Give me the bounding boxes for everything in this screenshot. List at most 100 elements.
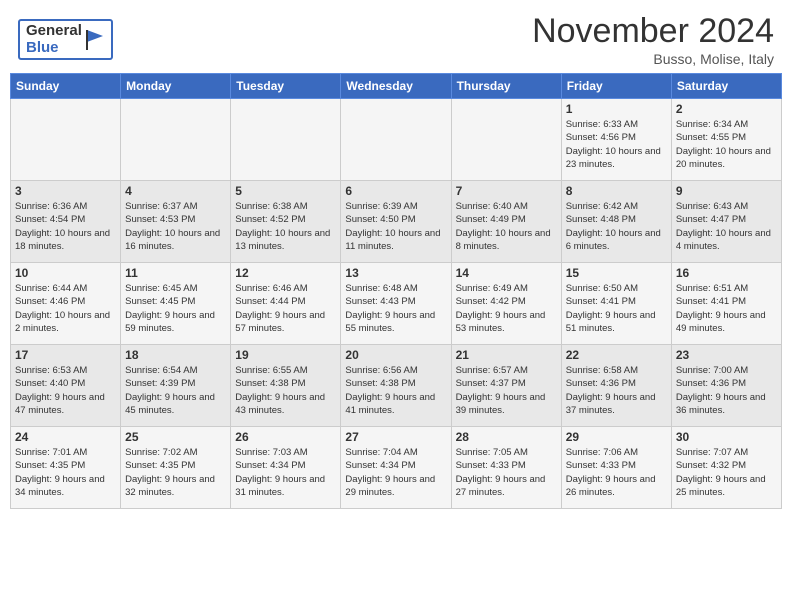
col-sunday: Sunday [11, 74, 121, 99]
day-info: Sunrise: 6:44 AM Sunset: 4:46 PM Dayligh… [15, 282, 116, 335]
calendar-cell: 25 Sunrise: 7:02 AM Sunset: 4:35 PM Dayli… [121, 427, 231, 509]
calendar-cell: 1Sunrise: 6:33 AM Sunset: 4:56 PM Daylig… [561, 99, 671, 181]
day-info: Sunrise: 6:36 AM Sunset: 4:54 PM Dayligh… [15, 200, 116, 253]
day-info: Sunrise: 7:02 AM Sunset: 4:35 PM Dayligh… [125, 446, 226, 499]
day-number: 11 [125, 266, 226, 280]
day-number: 28 [456, 430, 557, 444]
calendar-week-row: 3 Sunrise: 6:36 AM Sunset: 4:54 PM Daylig… [11, 181, 782, 263]
day-info: Sunrise: 6:49 AM Sunset: 4:42 PM Dayligh… [456, 282, 557, 335]
calendar-cell: 8Sunrise: 6:42 AM Sunset: 4:48 PM Daylig… [561, 181, 671, 263]
day-number: 6 [345, 184, 446, 198]
day-number: 14 [456, 266, 557, 280]
day-number: 23 [676, 348, 777, 362]
day-info: Sunrise: 6:43 AM Sunset: 4:47 PM Dayligh… [676, 200, 777, 253]
logo-text-blue: Blue [26, 40, 82, 57]
day-number: 5 [235, 184, 336, 198]
calendar-cell: 18Sunrise: 6:54 AM Sunset: 4:39 PM Dayli… [121, 345, 231, 427]
calendar-cell: 4 Sunrise: 6:37 AM Sunset: 4:53 PM Daylig… [121, 181, 231, 263]
calendar-cell: 9 Sunrise: 6:43 AM Sunset: 4:47 PM Daylig… [671, 181, 781, 263]
day-info: Sunrise: 7:01 AM Sunset: 4:35 PM Dayligh… [15, 446, 116, 499]
calendar-cell: 10 Sunrise: 6:44 AM Sunset: 4:46 PM Dayli… [11, 263, 121, 345]
day-number: 7 [456, 184, 557, 198]
day-number: 24 [15, 430, 116, 444]
month-title: November 2024 [532, 12, 774, 51]
calendar-cell: 15 Sunrise: 6:50 AM Sunset: 4:41 PM Dayli… [561, 263, 671, 345]
calendar-cell: 11 Sunrise: 6:45 AM Sunset: 4:45 PM Dayli… [121, 263, 231, 345]
day-info: Sunrise: 6:37 AM Sunset: 4:53 PM Dayligh… [125, 200, 226, 253]
day-info: Sunrise: 7:00 AM Sunset: 4:36 PM Dayligh… [676, 364, 777, 417]
day-number: 30 [676, 430, 777, 444]
calendar-week-row: 1Sunrise: 6:33 AM Sunset: 4:56 PM Daylig… [11, 99, 782, 181]
calendar-cell: 2Sunrise: 6:34 AM Sunset: 4:55 PM Daylig… [671, 99, 781, 181]
day-number: 2 [676, 102, 777, 116]
day-info: Sunrise: 7:07 AM Sunset: 4:32 PM Dayligh… [676, 446, 777, 499]
calendar-cell: 22Sunrise: 6:58 AM Sunset: 4:36 PM Dayli… [561, 345, 671, 427]
calendar-cell [11, 99, 121, 181]
day-number: 13 [345, 266, 446, 280]
calendar-cell: 26 Sunrise: 7:03 AM Sunset: 4:34 PM Dayli… [231, 427, 341, 509]
day-number: 9 [676, 184, 777, 198]
calendar-cell [341, 99, 451, 181]
calendar-cell: 7 Sunrise: 6:40 AM Sunset: 4:49 PM Daylig… [451, 181, 561, 263]
col-friday: Friday [561, 74, 671, 99]
day-info: Sunrise: 6:33 AM Sunset: 4:56 PM Dayligh… [566, 118, 667, 171]
day-number: 4 [125, 184, 226, 198]
calendar-header-row: Sunday Monday Tuesday Wednesday Thursday… [11, 74, 782, 99]
day-number: 8 [566, 184, 667, 198]
logo-flag-icon [85, 28, 105, 52]
col-thursday: Thursday [451, 74, 561, 99]
day-number: 26 [235, 430, 336, 444]
day-number: 21 [456, 348, 557, 362]
calendar-cell: 20 Sunrise: 6:56 AM Sunset: 4:38 PM Dayli… [341, 345, 451, 427]
day-info: Sunrise: 6:50 AM Sunset: 4:41 PM Dayligh… [566, 282, 667, 335]
day-info: Sunrise: 6:58 AM Sunset: 4:36 PM Dayligh… [566, 364, 667, 417]
calendar-week-row: 24 Sunrise: 7:01 AM Sunset: 4:35 PM Dayli… [11, 427, 782, 509]
day-number: 29 [566, 430, 667, 444]
day-number: 10 [15, 266, 116, 280]
calendar-cell: 21 Sunrise: 6:57 AM Sunset: 4:37 PM Dayli… [451, 345, 561, 427]
calendar-cell: 19Sunrise: 6:55 AM Sunset: 4:38 PM Dayli… [231, 345, 341, 427]
day-info: Sunrise: 6:56 AM Sunset: 4:38 PM Dayligh… [345, 364, 446, 417]
day-info: Sunrise: 7:05 AM Sunset: 4:33 PM Dayligh… [456, 446, 557, 499]
calendar-week-row: 10 Sunrise: 6:44 AM Sunset: 4:46 PM Dayli… [11, 263, 782, 345]
calendar-cell [231, 99, 341, 181]
calendar-cell: 28 Sunrise: 7:05 AM Sunset: 4:33 PM Dayli… [451, 427, 561, 509]
day-info: Sunrise: 7:04 AM Sunset: 4:34 PM Dayligh… [345, 446, 446, 499]
calendar-cell: 24 Sunrise: 7:01 AM Sunset: 4:35 PM Dayli… [11, 427, 121, 509]
location: Busso, Molise, Italy [532, 51, 774, 67]
day-number: 15 [566, 266, 667, 280]
col-monday: Monday [121, 74, 231, 99]
calendar-cell: 6Sunrise: 6:39 AM Sunset: 4:50 PM Daylig… [341, 181, 451, 263]
calendar-cell [121, 99, 231, 181]
logo-container: General Blue [18, 19, 113, 60]
day-info: Sunrise: 6:53 AM Sunset: 4:40 PM Dayligh… [15, 364, 116, 417]
logo-text-general: General [26, 23, 82, 40]
day-number: 18 [125, 348, 226, 362]
calendar-cell [451, 99, 561, 181]
col-tuesday: Tuesday [231, 74, 341, 99]
calendar-cell: 17 Sunrise: 6:53 AM Sunset: 4:40 PM Dayli… [11, 345, 121, 427]
day-number: 16 [676, 266, 777, 280]
day-info: Sunrise: 6:38 AM Sunset: 4:52 PM Dayligh… [235, 200, 336, 253]
logo: General Blue [18, 19, 113, 60]
col-saturday: Saturday [671, 74, 781, 99]
day-info: Sunrise: 7:03 AM Sunset: 4:34 PM Dayligh… [235, 446, 336, 499]
day-number: 3 [15, 184, 116, 198]
col-wednesday: Wednesday [341, 74, 451, 99]
day-number: 20 [345, 348, 446, 362]
day-info: Sunrise: 6:51 AM Sunset: 4:41 PM Dayligh… [676, 282, 777, 335]
header: General Blue November 2024 Busso, Molise… [0, 0, 792, 73]
day-info: Sunrise: 6:45 AM Sunset: 4:45 PM Dayligh… [125, 282, 226, 335]
day-number: 12 [235, 266, 336, 280]
day-number: 25 [125, 430, 226, 444]
calendar-cell: 30 Sunrise: 7:07 AM Sunset: 4:32 PM Dayli… [671, 427, 781, 509]
day-info: Sunrise: 6:57 AM Sunset: 4:37 PM Dayligh… [456, 364, 557, 417]
day-info: Sunrise: 6:55 AM Sunset: 4:38 PM Dayligh… [235, 364, 336, 417]
calendar-cell: 3 Sunrise: 6:36 AM Sunset: 4:54 PM Daylig… [11, 181, 121, 263]
calendar-cell: 12 Sunrise: 6:46 AM Sunset: 4:44 PM Dayli… [231, 263, 341, 345]
day-info: Sunrise: 6:40 AM Sunset: 4:49 PM Dayligh… [456, 200, 557, 253]
day-info: Sunrise: 6:46 AM Sunset: 4:44 PM Dayligh… [235, 282, 336, 335]
title-section: November 2024 Busso, Molise, Italy [532, 12, 774, 67]
day-number: 17 [15, 348, 116, 362]
calendar-cell: 23 Sunrise: 7:00 AM Sunset: 4:36 PM Dayli… [671, 345, 781, 427]
